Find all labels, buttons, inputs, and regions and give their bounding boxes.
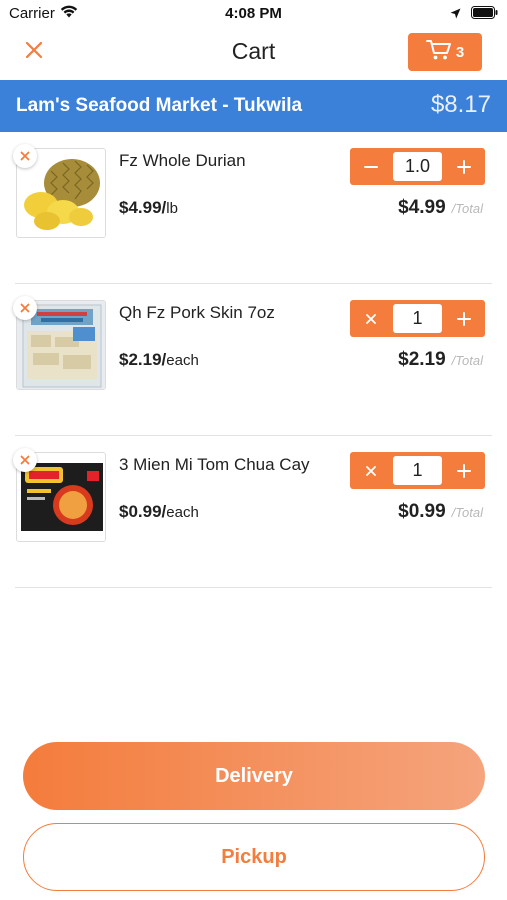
remove-item-button[interactable] (13, 448, 37, 472)
quantity-stepper: 1 (350, 300, 485, 337)
cart-item: Fz Whole Durian $4.99/lb 1.0 $4.99 /Tota… (0, 132, 507, 284)
cart-count: 3 (455, 43, 465, 61)
status-bar: Carrier 4:08 PM (0, 0, 507, 28)
line-total: $0.99 /Total (398, 501, 483, 523)
cart-item: Qh Fz Pork Skin 7oz $2.19/each 1 $2.19 /… (0, 284, 507, 436)
remove-icon (20, 303, 30, 313)
item-price: $4.99/lb (119, 198, 178, 218)
store-bar: Lam's Seafood Market - Tukwila $8.17 (0, 80, 507, 132)
quantity-stepper: 1 (350, 452, 485, 489)
item-name: Fz Whole Durian (119, 151, 246, 170)
cart-button[interactable]: 3 (408, 33, 482, 71)
item-price: $2.19/each (119, 350, 199, 370)
line-total-label: /Total (451, 505, 483, 520)
line-total-label: /Total (451, 353, 483, 368)
item-name: 3 Mien Mi Tom Chua Cay (119, 455, 310, 474)
price-value: $4.99/ (119, 198, 167, 217)
remove-quantity-button[interactable] (350, 300, 392, 337)
line-total-amount: $4.99 (398, 197, 446, 218)
status-right (450, 6, 498, 23)
plus-icon (457, 159, 471, 174)
cart-item: 3 Mien Mi Tom Chua Cay $0.99/each 1 $0.9… (0, 436, 507, 588)
store-total: $8.17 (430, 91, 491, 118)
cart-icon (425, 39, 452, 66)
remove-icon (366, 465, 376, 476)
location-arrow-icon (450, 6, 461, 23)
line-total-label: /Total (451, 201, 483, 216)
store-name: Lam's Seafood Market - Tukwila (16, 95, 303, 116)
battery-icon (471, 6, 498, 23)
remove-icon (20, 151, 30, 161)
increment-button[interactable] (443, 148, 485, 185)
delivery-button[interactable]: Delivery (23, 742, 485, 810)
increment-button[interactable] (443, 300, 485, 337)
price-unit: lb (166, 200, 178, 217)
remove-quantity-button[interactable] (350, 452, 392, 489)
quantity-input[interactable]: 1.0 (393, 152, 442, 181)
decrement-button[interactable] (350, 148, 392, 185)
remove-icon (366, 313, 376, 324)
remove-item-button[interactable] (13, 296, 37, 320)
pickup-button[interactable]: Pickup (23, 823, 485, 891)
line-total-amount: $0.99 (398, 501, 446, 522)
remove-item-button[interactable] (13, 144, 37, 168)
line-total: $2.19 /Total (398, 349, 483, 371)
price-unit: each (166, 504, 199, 521)
divider (15, 587, 492, 588)
price-unit: each (166, 352, 199, 369)
line-total-amount: $2.19 (398, 349, 446, 370)
clock: 4:08 PM (225, 5, 282, 22)
price-value: $2.19/ (119, 350, 167, 369)
item-price: $0.99/each (119, 502, 199, 522)
plus-icon (457, 311, 471, 326)
price-value: $0.99/ (119, 502, 167, 521)
increment-button[interactable] (443, 452, 485, 489)
item-name: Qh Fz Pork Skin 7oz (119, 303, 275, 322)
header: Cart 3 (0, 28, 507, 80)
quantity-input[interactable]: 1 (393, 456, 442, 485)
minus-icon (364, 165, 378, 168)
remove-icon (20, 455, 30, 465)
line-total: $4.99 /Total (398, 197, 483, 219)
quantity-stepper: 1.0 (350, 148, 485, 185)
plus-icon (457, 463, 471, 478)
quantity-input[interactable]: 1 (393, 304, 442, 333)
